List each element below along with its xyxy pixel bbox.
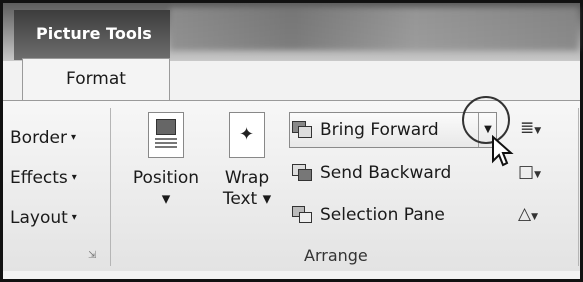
chevron-down-icon: ▾ xyxy=(71,172,77,183)
bring-forward-icon xyxy=(292,121,312,138)
align-icon[interactable]: ≣▼ xyxy=(520,118,541,138)
border-label: Border xyxy=(10,128,67,148)
wrap-text-icon xyxy=(229,112,265,158)
position-label: Position xyxy=(132,168,200,188)
group-icon[interactable]: □▼ xyxy=(518,162,541,182)
format-tab-label: Format xyxy=(66,69,126,89)
effects-label: Effects xyxy=(10,168,68,188)
position-button[interactable]: Position ▾ xyxy=(124,112,208,210)
mouse-cursor-icon xyxy=(492,135,514,167)
picture-tools-contextual-tab: Picture Tools xyxy=(14,10,170,60)
selection-pane-icon xyxy=(292,206,312,223)
tab-format[interactable]: Format xyxy=(22,58,170,100)
send-backward-icon xyxy=(292,164,312,181)
chevron-down-icon: ▾ xyxy=(161,189,171,209)
layout-label: Layout xyxy=(10,208,68,228)
send-backward-label: Send Backward xyxy=(320,163,452,183)
bring-forward-button[interactable]: Bring Forward xyxy=(292,120,439,140)
bring-forward-label: Bring Forward xyxy=(320,120,439,140)
blurred-title-bar xyxy=(170,8,578,50)
group-divider xyxy=(578,108,579,266)
rotate-icon[interactable]: △▼ xyxy=(518,204,538,224)
group-divider xyxy=(110,108,111,266)
selection-pane-button[interactable]: Selection Pane xyxy=(292,205,445,225)
text-label: Text ▾ xyxy=(222,189,272,209)
layout-dropdown[interactable]: Layout ▾ xyxy=(10,198,77,238)
chevron-down-icon: ▾ xyxy=(71,212,77,223)
chevron-down-icon: ▾ xyxy=(71,132,77,143)
selection-pane-label: Selection Pane xyxy=(320,205,445,225)
border-dropdown[interactable]: Border ▾ xyxy=(10,118,77,158)
position-icon xyxy=(148,112,184,158)
dialog-launcher-icon[interactable]: ⇲ xyxy=(88,250,96,261)
wrap-text-button[interactable]: Wrap Text ▾ xyxy=(216,112,278,210)
send-backward-button[interactable]: Send Backward xyxy=(292,163,451,183)
effects-dropdown[interactable]: Effects ▾ xyxy=(10,158,77,198)
wrap-label: Wrap xyxy=(224,168,270,188)
picture-styles-options: Border ▾ Effects ▾ Layout ▾ xyxy=(10,118,77,238)
arrange-group-label: Arrange xyxy=(304,246,368,265)
picture-tools-label: Picture Tools xyxy=(36,24,152,43)
